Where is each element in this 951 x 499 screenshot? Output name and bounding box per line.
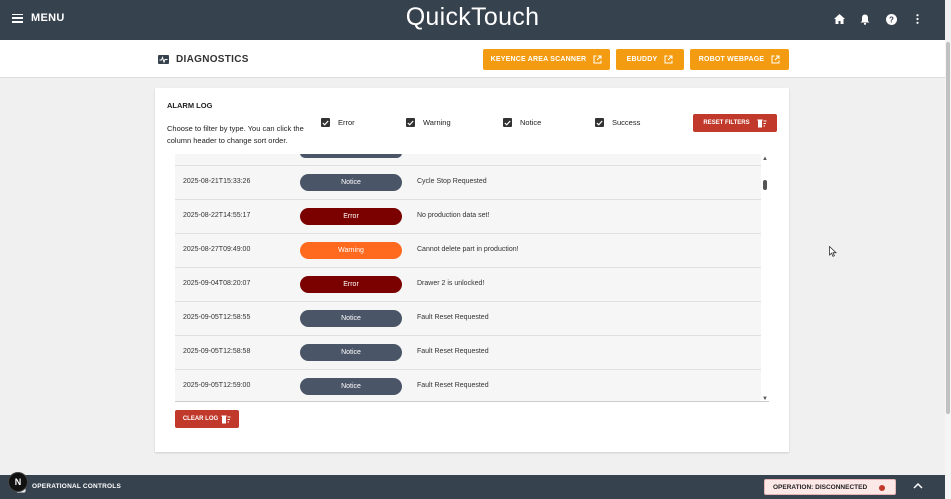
row-timestamp: 2025-08-27T09:49:00	[183, 246, 251, 253]
open-external-icon	[664, 55, 673, 64]
home-icon[interactable]	[833, 12, 845, 26]
alarm-log-description: Choose to filter by type. You can click …	[167, 124, 304, 145]
clear-log-icon	[221, 415, 231, 423]
alarm-log-card: ALARM LOG Choose to filter by type. You …	[155, 88, 789, 452]
keyence-area-scanner-button[interactable]: KEYENCE AREA SCANNER	[483, 49, 610, 70]
chevron-up-icon[interactable]	[913, 482, 923, 489]
filter-warning-checkbox[interactable]: Warning	[406, 118, 451, 127]
app-title: QuickTouch	[405, 3, 540, 31]
robot-button-label: ROBOT WEBPAGE	[698, 56, 765, 63]
page-scrollbar-thumb[interactable]	[946, 42, 950, 414]
row-type-pill: Error	[300, 208, 402, 225]
filter-error-checkbox[interactable]: Error	[321, 118, 355, 127]
checkbox-checked-icon	[406, 118, 415, 127]
open-external-icon	[593, 55, 602, 64]
filter-clear-icon	[756, 119, 767, 127]
operational-controls-bar[interactable]: OPERATIONAL CONTROLS OPERATION: DISCONNE…	[0, 475, 945, 499]
row-message: Fault Reset Requested	[417, 348, 489, 355]
clear-log-button[interactable]: CLEAR LOG	[175, 410, 239, 428]
reset-filters-button[interactable]: RESET FILTERS	[693, 114, 777, 132]
filter-success-label: Success	[612, 118, 641, 127]
filter-warning-label: Warning	[423, 118, 451, 127]
row-type-pill: Notice	[300, 344, 402, 361]
mouse-cursor-icon	[829, 246, 837, 257]
reset-filters-label: RESET FILTERS	[703, 120, 750, 126]
row-timestamp: 2025-08-21T15:33:26	[183, 178, 251, 185]
row-type-pill: Warning	[300, 242, 402, 259]
table-row: 2025-09-05T12:59:00 Notice Fault Reset Req…	[175, 370, 761, 401]
checkbox-checked-icon	[321, 118, 330, 127]
table-row: 2025-09-05T12:58:58 Notice Fault Reset Req…	[175, 336, 761, 370]
ebuddy-button-label: EBUDDY	[626, 56, 658, 63]
row-message: Fault Reset Requested	[417, 314, 489, 321]
page-title: DIAGNOSTICS	[176, 54, 249, 65]
row-timestamp: 2025-09-05T12:59:00	[183, 382, 251, 389]
page-scrollbar[interactable]	[945, 40, 951, 499]
row-message: Cannot delete part in production!	[417, 246, 519, 253]
diagnostics-icon	[158, 55, 169, 64]
table-row-partial	[175, 154, 761, 166]
filter-success-checkbox[interactable]: Success	[595, 118, 640, 127]
row-timestamp: 2025-09-05T12:58:58	[183, 348, 251, 355]
table-row: 2025-08-27T09:49:00 Warning Cannot delete …	[175, 234, 761, 268]
ebuddy-button[interactable]: EBUDDY	[616, 49, 684, 70]
n-badge-icon[interactable]: N	[8, 472, 28, 492]
more-vertical-icon[interactable]	[911, 12, 923, 26]
table-row: 2025-09-04T08:20:07 Error Drawer 2 is unlo…	[175, 268, 761, 302]
svg-text:?: ?	[889, 15, 894, 24]
filter-notice-label: Notice	[520, 118, 542, 127]
table-row: 2025-08-22T14:55:17 Error No production da…	[175, 200, 761, 234]
operation-status-badge: OPERATION: DISCONNECTED	[764, 479, 896, 495]
row-type-pill: Notice	[300, 310, 402, 327]
row-type-pill: Error	[300, 276, 402, 293]
top-app-bar: MENU QuickTouch ?	[0, 0, 945, 40]
status-dot-icon	[879, 485, 885, 491]
open-external-icon	[771, 55, 780, 64]
row-message: Cycle Stop Requested	[417, 178, 487, 185]
table-row: 2025-08-21T15:33:26 Notice Cycle Stop Requ…	[175, 166, 761, 200]
row-timestamp: 2025-09-05T12:58:55	[183, 314, 251, 321]
scroll-down-arrow-icon[interactable]: ▼	[762, 396, 768, 401]
operational-controls-label: OPERATIONAL CONTROLS	[32, 483, 121, 490]
keyence-button-label: KEYENCE AREA SCANNER	[490, 56, 587, 63]
row-message: Drawer 2 is unlocked!	[417, 280, 485, 287]
type-pill-partial	[300, 154, 402, 158]
checkbox-checked-icon	[595, 118, 604, 127]
operation-status-text: OPERATION: DISCONNECTED	[773, 483, 868, 491]
bell-icon[interactable]	[859, 12, 871, 26]
checkbox-checked-icon	[503, 118, 512, 127]
alarm-log-title: ALARM LOG	[167, 101, 213, 110]
scroll-up-arrow-icon[interactable]: ▲	[762, 156, 768, 162]
diagnostics-header: DIAGNOSTICS KEYENCE AREA SCANNER EBUDDY …	[0, 40, 945, 78]
row-type-pill: Notice	[300, 174, 402, 191]
filter-notice-checkbox[interactable]: Notice	[503, 118, 541, 127]
alarm-log-table[interactable]: 2025-08-21T15:33:26 Notice Cycle Stop Requ…	[175, 154, 769, 402]
table-scrollbar[interactable]: ▲ ▼	[761, 154, 769, 401]
table-row: 2025-09-05T12:58:55 Notice Fault Reset Req…	[175, 302, 761, 336]
help-icon[interactable]: ?	[885, 12, 897, 26]
page-title-group: DIAGNOSTICS	[158, 54, 249, 65]
row-timestamp: 2025-09-04T08:20:07	[183, 280, 251, 287]
table-scrollbar-thumb[interactable]	[763, 180, 767, 190]
row-message: Fault Reset Requested	[417, 382, 489, 389]
row-message: No production data set!	[417, 212, 490, 219]
filter-error-label: Error	[338, 118, 355, 127]
clear-log-label: CLEAR LOG	[182, 416, 219, 422]
row-type-pill: Notice	[300, 378, 402, 395]
robot-webpage-button[interactable]: ROBOT WEBPAGE	[690, 49, 789, 70]
row-timestamp: 2025-08-22T14:55:17	[183, 212, 251, 219]
